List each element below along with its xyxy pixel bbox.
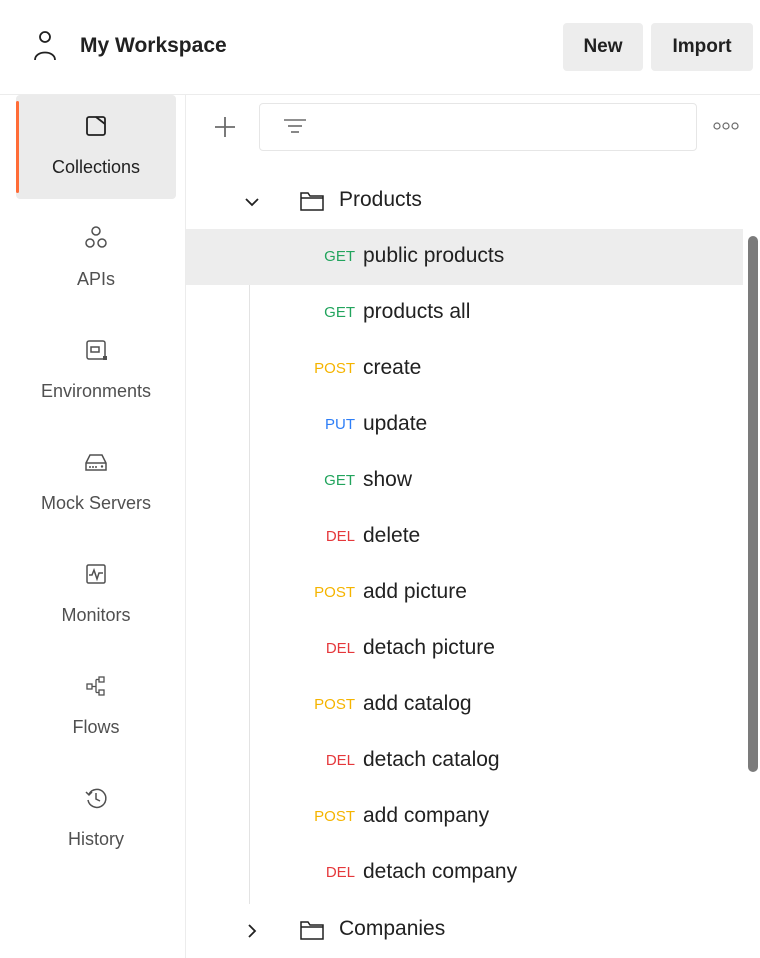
workspace-header: My Workspace New Import [0,0,760,95]
request-row[interactable] [186,397,743,453]
method-badge: DEL [325,752,355,769]
method-badge: PUT [325,416,355,433]
new-button[interactable]: New [563,23,643,71]
method-badge: POST [314,696,355,713]
request-name: add company [363,804,490,827]
request-name: add catalog [363,692,472,715]
method-badge: DEL [325,864,355,881]
method-badge: POST [314,808,355,825]
environments-icon [86,340,107,360]
chevron-down-icon[interactable] [242,192,262,212]
request-name: add picture [363,580,467,603]
add-collection-button[interactable] [210,112,240,142]
sidebar-item-apis[interactable]: APIs [16,207,176,311]
sidebar-item-label: Mock Servers [40,493,152,513]
method-badge: DEL [325,640,355,657]
more-options-icon[interactable] [712,118,742,134]
request-name: detach company [363,860,518,883]
collections-icon [86,116,106,136]
request-name: public products [363,244,505,267]
flows-icon [86,676,105,696]
sidebar-item-collections[interactable]: Collections [16,95,176,199]
request-row[interactable] [186,453,743,509]
folder-name: Companies [339,917,446,940]
filter-icon [284,119,306,133]
workspace-title[interactable]: My Workspace [80,34,227,58]
method-badge: POST [314,360,355,377]
sidebar-item-environments[interactable]: Environments [16,319,176,423]
request-name: detach catalog [363,748,500,771]
folder-row-products[interactable] [186,172,743,228]
sidebar-item-label: Environments [40,381,152,401]
method-badge: POST [314,584,355,601]
sidebar-item-label: Collections [51,157,141,177]
sidebar: Collections APIs Environments Mock Serve… [0,95,186,958]
sidebar-item-history[interactable]: History [16,767,176,871]
mock-servers-icon [85,454,107,471]
request-row[interactable] [186,509,743,565]
folder-row-companies[interactable] [186,902,743,958]
request-name: update [363,412,428,435]
sidebar-item-label: APIs [76,269,115,289]
sidebar-item-flows[interactable]: Flows [16,655,176,759]
method-badge: GET [324,304,355,321]
method-badge: GET [324,248,355,265]
chevron-right-icon[interactable] [242,921,262,941]
request-name: show [363,468,413,491]
folder-icon [300,192,324,211]
request-name: create [363,356,422,379]
request-name: delete [363,524,421,547]
method-badge: GET [324,472,355,489]
request-name: products all [363,300,471,323]
scrollbar-thumb[interactable] [748,236,758,772]
user-icon [34,31,56,61]
folder-name: Products [339,188,422,211]
apis-icon [85,226,107,248]
method-badge: DEL [325,528,355,545]
sidebar-item-label: Monitors [61,605,131,625]
sidebar-item-label: Flows [72,717,120,737]
sidebar-item-label: History [67,829,124,849]
folder-icon [300,921,324,940]
filter-box[interactable] [259,103,697,151]
history-icon [85,788,107,809]
sidebar-item-mock-servers[interactable]: Mock Servers [16,431,176,535]
sidebar-item-monitors[interactable]: Monitors [16,543,176,647]
filter-input[interactable] [320,110,684,144]
import-button[interactable]: Import [651,23,753,71]
request-row[interactable] [186,341,743,397]
request-name: detach picture [363,636,495,659]
monitors-icon [86,564,106,584]
